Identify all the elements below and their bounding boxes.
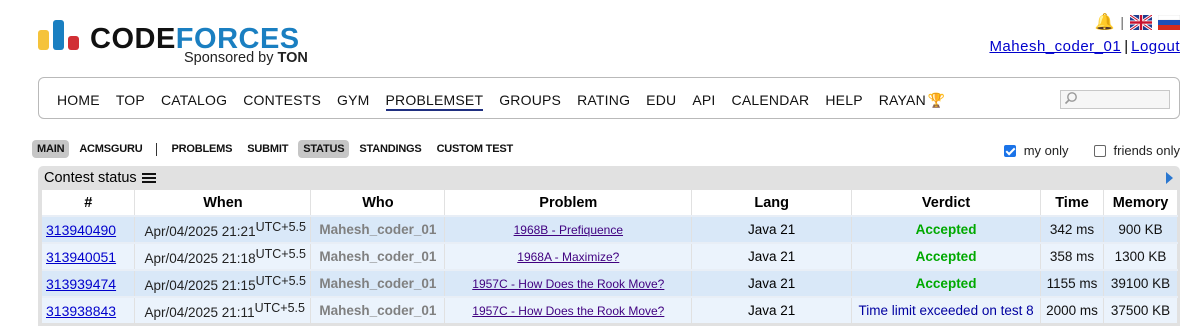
column-header: # bbox=[42, 190, 136, 216]
subnav-custom-test[interactable]: CUSTOM TEST bbox=[432, 140, 518, 158]
lang-cell: Java 21 bbox=[691, 269, 853, 297]
separator: | bbox=[1120, 14, 1124, 30]
nav-item-api[interactable]: API bbox=[692, 92, 715, 111]
column-header: Who bbox=[310, 190, 446, 216]
panel-title: Contest status bbox=[44, 170, 156, 186]
nav-item-home[interactable]: HOME bbox=[57, 92, 100, 111]
logo-bars-icon bbox=[38, 18, 80, 50]
submission-id-cell: 313939474 bbox=[42, 269, 136, 297]
verdict-cell: Accepted bbox=[851, 215, 1042, 243]
table-row: 313938843 Apr/04/2025 21:11UTC+5.5 Mahesh_… bbox=[42, 296, 1179, 323]
when-cell: Apr/04/2025 21:18UTC+5.5 bbox=[134, 242, 312, 270]
problem-cell: 1968A - Maximize? bbox=[444, 242, 693, 270]
problem-link[interactable]: 1968B - Prefiquence bbox=[514, 223, 623, 237]
submission-id-cell: 313938843 bbox=[42, 296, 136, 323]
problem-cell: 1957C - How Does the Rook Move? bbox=[444, 269, 693, 297]
table-row: 313939474 Apr/04/2025 21:15UTC+5.5 Mahesh_… bbox=[42, 269, 1179, 297]
submission-link[interactable]: 313940490 bbox=[46, 222, 116, 238]
subnav-acmsguru[interactable]: ACMSGURU bbox=[74, 140, 147, 158]
nav-item-catalog[interactable]: CATALOG bbox=[161, 92, 227, 111]
lang-cell: Java 21 bbox=[691, 296, 853, 323]
status-filters: my only friends only bbox=[1003, 143, 1180, 158]
column-header: Verdict bbox=[851, 190, 1042, 216]
table-row: 313940490 Apr/04/2025 21:21UTC+5.5 Mahesh_… bbox=[42, 215, 1179, 243]
my-only-label: my only bbox=[1023, 143, 1069, 158]
trophy-icon: 🏆 bbox=[927, 92, 946, 108]
user-area: 🔔 | Mahesh_coder_01 | Logout bbox=[989, 12, 1180, 55]
problem-link[interactable]: 1968A - Maximize? bbox=[517, 250, 619, 264]
when-cell: Apr/04/2025 21:21UTC+5.5 bbox=[134, 215, 312, 243]
lang-cell: Java 21 bbox=[691, 215, 853, 243]
column-header: Time bbox=[1040, 190, 1104, 216]
my-only-checkbox[interactable] bbox=[1003, 144, 1016, 157]
author-cell[interactable]: Mahesh_coder_01 bbox=[310, 215, 446, 243]
author-cell[interactable]: Mahesh_coder_01 bbox=[310, 269, 446, 297]
column-header: Problem bbox=[444, 190, 693, 216]
main-menu: HOME TOP CATALOG CONTESTS GYM PROBLEMSET GROUP… bbox=[38, 77, 1180, 119]
verdict-cell: Accepted bbox=[851, 242, 1042, 270]
subnav-problems[interactable]: PROBLEMS bbox=[167, 140, 238, 158]
column-header: When bbox=[134, 190, 312, 216]
nav-item-rating[interactable]: RATING bbox=[577, 92, 630, 111]
lang-cell: Java 21 bbox=[691, 242, 853, 270]
search-input[interactable] bbox=[1060, 90, 1170, 109]
memory-cell: 1300 KB bbox=[1103, 242, 1179, 270]
subnav-submit[interactable]: SUBMIT bbox=[242, 140, 293, 158]
memory-cell: 900 KB bbox=[1103, 215, 1179, 243]
nav-item-edu[interactable]: EDU bbox=[646, 92, 676, 111]
problem-cell: 1968B - Prefiquence bbox=[444, 215, 693, 243]
verdict-cell: Time limit exceeded on test 8 bbox=[851, 296, 1042, 323]
author-cell[interactable]: Mahesh_coder_01 bbox=[310, 242, 446, 270]
nav-item-top[interactable]: TOP bbox=[116, 92, 145, 111]
author-cell[interactable]: Mahesh_coder_01 bbox=[310, 296, 446, 323]
nav-item-help[interactable]: HELP bbox=[825, 92, 862, 111]
subnav-main[interactable]: MAIN bbox=[32, 140, 70, 158]
profile-link[interactable]: Mahesh_coder_01 bbox=[989, 38, 1121, 55]
when-cell: Apr/04/2025 21:11UTC+5.5 bbox=[134, 296, 312, 323]
time-cell: 358 ms bbox=[1040, 242, 1104, 270]
memory-cell: 39100 KB bbox=[1103, 269, 1179, 297]
status-table: # When Who Problem Lang Verdict Time Memory 313… bbox=[42, 190, 1179, 323]
submission-link[interactable]: 313938843 bbox=[46, 303, 116, 319]
memory-cell: 37500 KB bbox=[1103, 296, 1179, 323]
submission-link[interactable]: 313940051 bbox=[46, 249, 116, 265]
nav-item-groups[interactable]: GROUPS bbox=[499, 92, 561, 111]
time-cell: 2000 ms bbox=[1040, 296, 1104, 323]
time-cell: 1155 ms bbox=[1040, 269, 1104, 297]
friends-only-checkbox[interactable] bbox=[1093, 144, 1106, 157]
verdict-cell: Accepted bbox=[851, 269, 1042, 297]
submission-link[interactable]: 313939474 bbox=[46, 276, 116, 292]
problem-link[interactable]: 1957C - How Does the Rook Move? bbox=[472, 277, 664, 291]
table-row: 313940051 Apr/04/2025 21:18UTC+5.5 Mahesh_… bbox=[42, 242, 1179, 270]
problem-link[interactable]: 1957C - How Does the Rook Move? bbox=[472, 304, 664, 318]
when-cell: Apr/04/2025 21:15UTC+5.5 bbox=[134, 269, 312, 297]
friends-only-label: friends only bbox=[1113, 143, 1180, 158]
sponsor-line: Sponsored by TON bbox=[184, 50, 308, 66]
nav-item-gym[interactable]: GYM bbox=[337, 92, 370, 111]
subnav-standings[interactable]: STANDINGS bbox=[354, 140, 426, 158]
search-icon bbox=[1064, 92, 1077, 105]
list-icon bbox=[141, 173, 156, 183]
submission-id-cell: 313940490 bbox=[42, 215, 136, 243]
russian-flag-icon[interactable] bbox=[1158, 14, 1180, 30]
bell-icon[interactable]: 🔔 bbox=[1094, 12, 1114, 32]
time-cell: 342 ms bbox=[1040, 215, 1104, 243]
nav-item-calendar[interactable]: CALENDAR bbox=[732, 92, 810, 111]
play-arrow-icon[interactable] bbox=[1166, 172, 1173, 184]
column-header: Lang bbox=[691, 190, 853, 216]
second-level-menu: MAIN ACMSGURU PROBLEMS SUBMIT STATUS STANDING… bbox=[32, 140, 523, 158]
nav-item-contests[interactable]: CONTESTS bbox=[243, 92, 321, 111]
subnav-divider bbox=[155, 142, 157, 156]
nav-item-rayan[interactable]: RAYAN 🏆 bbox=[879, 92, 946, 111]
column-header: Memory bbox=[1103, 190, 1179, 216]
contest-status-panel: Contest status # When Who Problem Lang Verdic… bbox=[38, 166, 1180, 326]
problem-cell: 1957C - How Does the Rook Move? bbox=[444, 296, 693, 323]
submission-id-cell: 313940051 bbox=[42, 242, 136, 270]
subnav-status[interactable]: STATUS bbox=[298, 140, 350, 158]
nav-item-problemset[interactable]: PROBLEMSET bbox=[385, 92, 484, 111]
logout-link[interactable]: Logout bbox=[1131, 38, 1180, 55]
english-flag-icon[interactable] bbox=[1130, 14, 1152, 30]
